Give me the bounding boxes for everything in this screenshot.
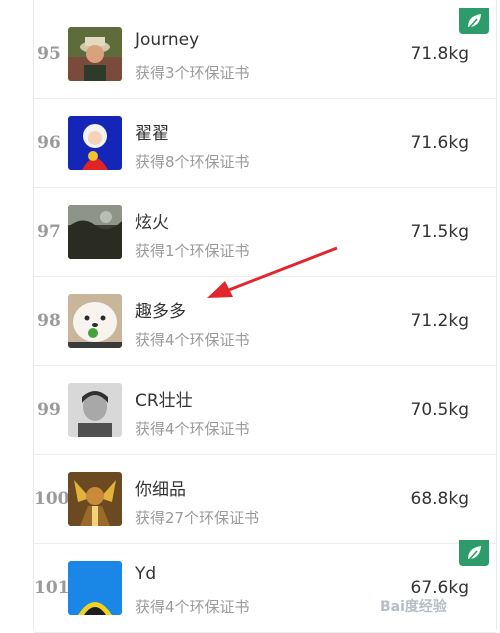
user-name: Journey [135,30,200,50]
user-name: 趣多多 [135,302,186,322]
certificate-count: 获得3个环保证书 [135,64,250,82]
user-name: 翟翟 [135,124,169,144]
avatar-dark-landscape-icon[interactable] [68,205,122,259]
user-name: Yd [135,564,157,584]
certificate-count: 获得8个环保证书 [135,153,250,171]
carbon-weight: 71.2kg [410,311,470,331]
list-item[interactable]: 101 Yd 获得4个环保证书 67.6kg [34,544,496,633]
certificate-count: 获得4个环保证书 [135,420,250,438]
list-item[interactable]: 96 翟翟 获得8个环保证书 71.6kg [34,99,496,188]
rank-number: 101 [34,578,70,598]
leaf-badge-icon[interactable] [459,8,489,34]
list-item[interactable]: 95 Journey 获得3个环保证书 71.8kg [34,10,496,99]
carbon-weight: 71.5kg [410,222,470,242]
carbon-weight: 67.6kg [410,578,470,598]
rank-number: 99 [37,400,61,420]
carbon-weight: 71.6kg [410,133,470,153]
rank-number: 96 [37,133,61,153]
certificate-count: 获得4个环保证书 [135,598,250,616]
list-item[interactable]: 99 CR壮壮 获得4个环保证书 70.5kg [34,366,496,455]
avatar-white-dog-icon[interactable] [68,294,122,348]
avatar-warrior-game-icon[interactable] [68,472,122,526]
avatar-cartoon-girl-icon[interactable] [68,116,122,170]
user-name: CR壮壮 [135,391,193,411]
rank-number: 100 [34,489,70,509]
carbon-weight: 70.5kg [410,400,470,420]
certificate-count: 获得27个环保证书 [135,509,260,527]
list-item[interactable]: 100 你细品 获得27个环保证书 68.8kg [34,455,496,544]
user-name: 你细品 [135,480,186,500]
leaf-badge-icon[interactable] [459,540,489,566]
rank-number: 98 [37,311,61,331]
certificate-count: 获得4个环保证书 [135,331,250,349]
rank-number: 95 [37,44,61,64]
avatar-blue-cartoon-icon[interactable] [68,561,122,615]
annotation-arrow-icon [207,246,338,298]
ranking-page: 95 Journey 获得3个环保证书 71.8kg 96 翟翟 获得8个环保证… [0,0,500,633]
carbon-weight: 68.8kg [410,489,470,509]
rank-number: 97 [37,222,61,242]
user-name: 炫火 [135,213,169,233]
watermark-logo: Bai度经验 [380,599,447,615]
avatar-bw-portrait-icon[interactable] [68,383,122,437]
ranking-list: 95 Journey 获得3个环保证书 71.8kg 96 翟翟 获得8个环保证… [33,0,497,633]
carbon-weight: 71.8kg [410,44,470,64]
avatar-man-outdoor-icon[interactable] [68,27,122,81]
